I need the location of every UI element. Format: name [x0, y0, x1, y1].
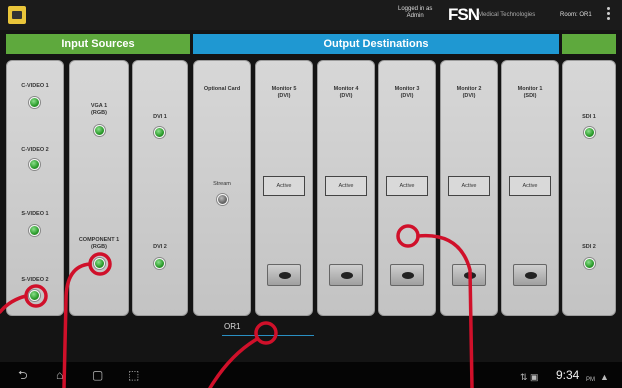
system-nav-bar: ⮌ ⌂ ▢ ⬚ ⇅ ▣ 9:34 PM ▲	[0, 362, 622, 388]
overflow-menu-icon[interactable]	[607, 7, 610, 21]
output-panel-monitor4: Monitor 4 (DVI) Active	[317, 60, 375, 316]
input-label-dvi2: DVI 2	[153, 244, 167, 250]
output-panel-sdi: SDI 1 SDI 2	[562, 60, 616, 316]
output-panel-monitor2: Monitor 2 (DVI) Active	[440, 60, 498, 316]
monitor2-preview-eye-icon[interactable]	[452, 264, 486, 286]
input-label-dvi1: DVI 1	[153, 114, 167, 120]
sdi2-label: SDI 2	[582, 244, 596, 250]
input-label-svideo2: S-VIDEO 2	[21, 277, 49, 283]
input-label-cvideo1: C-VIDEO 1	[21, 83, 49, 89]
monitor3-preview-eye-icon[interactable]	[390, 264, 424, 286]
input-dvi1-radio[interactable]	[154, 127, 165, 138]
output-panel-monitor5: Monitor 5 (DVI) Active	[255, 60, 313, 316]
input-svideo2-radio[interactable]	[29, 290, 40, 301]
stream-name-input[interactable]: OR1	[222, 320, 314, 336]
logged-in-label: Logged in as Admin	[398, 6, 432, 20]
monitor4-label: Monitor 4 (DVI)	[333, 86, 359, 99]
sdi1-label: SDI 1	[582, 114, 596, 120]
monitor4-active-button[interactable]: Active	[325, 176, 367, 196]
monitor5-preview-eye-icon[interactable]	[267, 264, 301, 286]
input-dvi2-radio[interactable]	[154, 258, 165, 269]
output-panel-optional-card: Optional Card Stream	[193, 60, 251, 316]
screenshot-icon[interactable]: ⬚	[128, 369, 139, 381]
optional-card-label: Optional Card	[203, 86, 241, 92]
status-bar: Logged in as Admin FSN Medical Technolog…	[0, 0, 622, 30]
sdi2-radio[interactable]	[584, 258, 595, 269]
app-icon[interactable]	[8, 6, 26, 24]
input-panel-dvi: DVI 1 DVI 2	[132, 60, 188, 316]
monitor1-preview-eye-icon[interactable]	[513, 264, 547, 286]
monitor5-label: Monitor 5 (DVI)	[271, 86, 297, 99]
brand-logo: FSN	[448, 5, 480, 24]
monitor5-active-button[interactable]: Active	[263, 176, 305, 196]
monitor2-label: Monitor 2 (DVI)	[456, 86, 482, 99]
monitor3-label: Monitor 3 (DVI)	[394, 86, 420, 99]
input-svideo1-radio[interactable]	[29, 225, 40, 236]
stream-radio[interactable]	[217, 194, 228, 205]
logged-in-line1: Logged in as	[398, 6, 433, 12]
output-panel-monitor1: Monitor 1 (SDI) Active	[501, 60, 559, 316]
signal-icon: ▲	[600, 372, 609, 382]
output-panel-monitor3: Monitor 3 (DVI) Active	[378, 60, 436, 316]
stream-label: Stream	[213, 181, 231, 187]
input-label-svideo1: S-VIDEO 1	[21, 211, 49, 217]
monitor4-preview-eye-icon[interactable]	[329, 264, 363, 286]
status-icons: ⇅ ▣	[520, 372, 539, 382]
monitor1-active-button[interactable]: Active	[509, 176, 551, 196]
monitor2-active-button[interactable]: Active	[448, 176, 490, 196]
tab-output-destinations[interactable]: Output Destinations	[193, 34, 559, 54]
input-vga1-radio[interactable]	[94, 125, 105, 136]
input-label-component1: COMPONENT 1 (RGB)	[78, 237, 120, 250]
tab-input-sources[interactable]: Input Sources	[6, 34, 190, 54]
input-cvideo2-radio[interactable]	[29, 159, 40, 170]
clock-time: 9:34	[556, 368, 580, 382]
room-label: Room: OR1	[560, 12, 592, 18]
monitor1-label: Monitor 1 (SDI)	[517, 86, 543, 99]
input-panel-rgb: VGA 1 (RGB) COMPONENT 1 (RGB)	[69, 60, 129, 316]
input-label-cvideo2: C-VIDEO 2	[21, 147, 49, 153]
input-component1-radio[interactable]	[94, 258, 105, 269]
brand-subtitle: Medical Technologies	[478, 12, 536, 18]
recent-apps-icon[interactable]: ▢	[92, 369, 103, 381]
input-cvideo1-radio[interactable]	[29, 97, 40, 108]
tab-extra[interactable]	[562, 34, 616, 54]
back-icon[interactable]: ⮌	[18, 369, 28, 381]
home-icon[interactable]: ⌂	[56, 369, 63, 381]
logged-in-user: Admin	[406, 13, 424, 19]
sdi1-radio[interactable]	[584, 127, 595, 138]
input-label-vga1: VGA 1 (RGB)	[90, 103, 108, 116]
input-panel-video: C-VIDEO 1 C-VIDEO 2 S-VIDEO 1 S-VIDEO 2	[6, 60, 64, 316]
clock-ampm: PM	[586, 377, 595, 383]
monitor3-active-button[interactable]: Active	[386, 176, 428, 196]
